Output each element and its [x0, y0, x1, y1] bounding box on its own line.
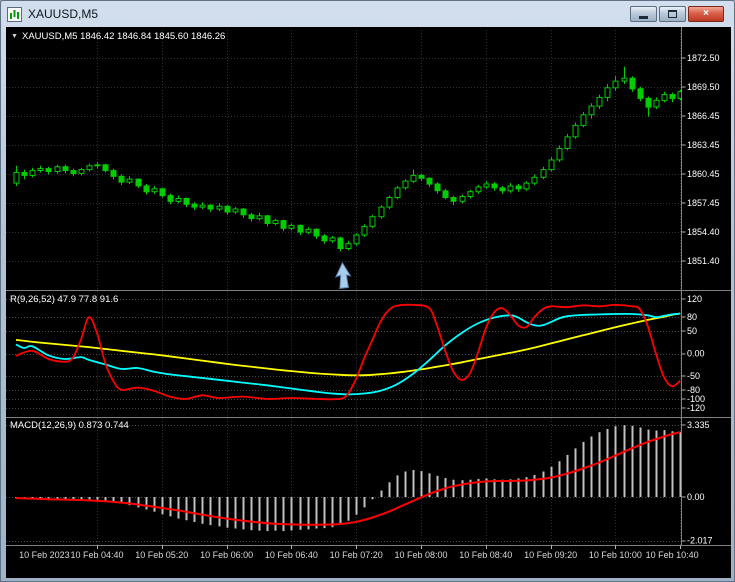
window-title: XAUUSD,M5 [28, 7, 99, 21]
chart-window: XAUUSD,M5 × 1872.50 1869.50 1866.45 1863.45… [0, 0, 735, 582]
ohlc-label: XAUUSD,M5 1846.42 1846.84 1845.60 1846.2… [22, 31, 226, 42]
symbol-dropdown-icon[interactable]: ▼ [11, 33, 18, 40]
pane-separators [6, 27, 731, 546]
indicator1-fast-line [15, 303, 681, 401]
macd-histogram [15, 425, 681, 532]
maximize-button[interactable] [659, 6, 686, 22]
indicator1-mid-line [15, 312, 681, 396]
minimize-button[interactable] [630, 6, 657, 22]
indicator2-label: MACD(12,26,9) 0.873 0.744 [10, 420, 129, 431]
maximize-icon [668, 10, 677, 18]
titlebar[interactable]: XAUUSD,M5 × [1, 1, 734, 27]
indicator1-slow-line [15, 312, 681, 377]
close-button[interactable]: × [688, 6, 724, 22]
chart-area[interactable]: 1872.50 1869.50 1866.45 1863.45 1860.45 1857.… [6, 27, 731, 578]
axis-labels: 1872.501869.501866.451863.451860.451857.… [19, 53, 719, 560]
minimize-icon [639, 16, 648, 19]
chart-window-icon [7, 6, 22, 22]
candlesticks [13, 66, 681, 252]
close-icon: × [703, 8, 709, 19]
up-arrow-annotation[interactable] [334, 261, 352, 289]
time-scale[interactable] [6, 545, 731, 578]
price-scale[interactable] [682, 27, 731, 545]
price-grid [6, 58, 681, 262]
indicator1-label: R(9,26,52) 47.9 77.8 91.6 [10, 294, 119, 305]
